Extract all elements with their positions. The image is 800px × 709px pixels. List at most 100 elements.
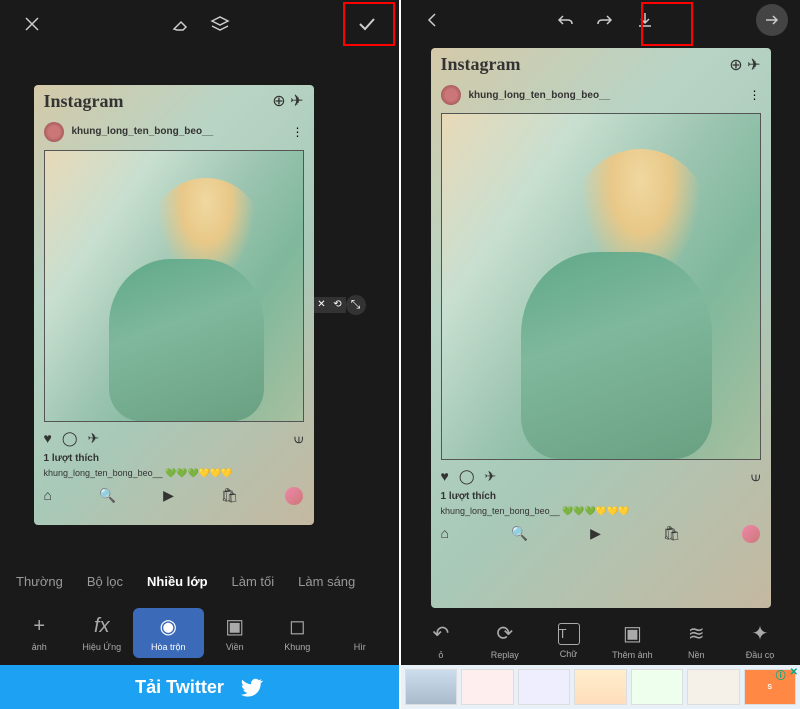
back-icon[interactable] (413, 0, 453, 40)
ad-info-icon[interactable]: ⓘ (776, 667, 786, 682)
twitter-ad[interactable]: Tải Twitter (0, 665, 399, 709)
instagram-post-frame: Instagram ⊕ ✈ khung_long_ten_bong_beo__ … (431, 48, 771, 608)
redo-icon[interactable] (585, 0, 625, 40)
more-icon: ⋮ (292, 125, 304, 139)
replay-tool[interactable]: ⟳Replay (473, 622, 537, 660)
delete-handle[interactable]: ✕ (314, 297, 330, 313)
replay-icon: ⟳ (496, 622, 513, 646)
blend-tool[interactable]: ◉Hòa trộn (133, 608, 204, 658)
username: khung_long_ten_bong_beo__ (72, 126, 214, 137)
post-actions: ♥ ◯ ✈ ⟒ (34, 426, 314, 451)
close-icon[interactable] (12, 4, 52, 44)
post-user-row: khung_long_ten_bong_beo__ ⋮ (34, 118, 314, 146)
instagram-logo: Instagram (441, 54, 521, 75)
post-header-icons: ⊕ ✈ (729, 55, 760, 75)
plus-icon: + (33, 614, 45, 638)
fx-icon: fx (94, 614, 110, 638)
post-photo (44, 150, 304, 423)
avatar (44, 122, 64, 142)
shop-icon: 🛍 (221, 487, 239, 505)
mode-tabs: Thường Bộ lọc Nhiều lớp Làm tối Làm sáng (0, 561, 399, 601)
avatar (441, 85, 461, 105)
left-toolbar (0, 0, 399, 48)
tab-filter[interactable]: Bộ lọc (87, 574, 123, 589)
left-editor-panel: Instagram ⊕ ✈ khung_long_ten_bong_beo__ … (0, 0, 401, 709)
heart-icon: ♥ (441, 468, 449, 485)
caption: khung_long_ten_bong_beo__ 💚💚💚💛💛💛 (431, 504, 771, 519)
instagram-post-frame[interactable]: Instagram ⊕ ✈ khung_long_ten_bong_beo__ … (34, 85, 314, 525)
profile-icon (742, 525, 760, 543)
reels-icon: ▶ (590, 525, 601, 543)
brush-tool[interactable]: ✦Đầu cọ (728, 622, 792, 660)
likes-count: 1 lượt thích (34, 451, 314, 466)
ad-close-icon[interactable]: ✕ (790, 667, 798, 682)
comment-icon: ◯ (459, 468, 475, 485)
confirm-highlight (343, 2, 395, 46)
heart-icon: ♥ (44, 430, 52, 447)
rotate-handle[interactable]: ⟲ (330, 297, 346, 313)
fx-tool[interactable]: fxHiệu Ứng (71, 614, 134, 652)
left-canvas[interactable]: Instagram ⊕ ✈ khung_long_ten_bong_beo__ … (0, 48, 399, 561)
instagram-logo: Instagram (44, 91, 124, 112)
right-editor-panel: Instagram ⊕ ✈ khung_long_ten_bong_beo__ … (401, 0, 800, 709)
undo-icon[interactable] (545, 0, 585, 40)
product-ad-strip[interactable]: S ⓘ ✕ (401, 665, 800, 709)
shop-icon: 🛍 (663, 525, 681, 543)
search-icon: 🔍 (511, 525, 528, 543)
ad-product[interactable] (687, 669, 739, 705)
ad-product[interactable] (461, 669, 513, 705)
border-icon: ▣ (225, 614, 244, 638)
border-tool[interactable]: ▣Viền (204, 614, 267, 652)
ad-product[interactable] (405, 669, 457, 705)
caption: khung_long_ten_bong_beo__ 💚💚💚💛💛💛 (34, 466, 314, 481)
frame-icon: ◻ (289, 614, 306, 638)
twitter-icon (240, 675, 264, 699)
ad-product[interactable] (574, 669, 626, 705)
text-tool[interactable]: TChữ (537, 623, 601, 659)
tab-normal[interactable]: Thường (16, 574, 63, 589)
post-actions: ♥ ◯ ✈ ⟒ (431, 464, 771, 489)
background-tool[interactable]: ≋Nền (664, 622, 728, 660)
post-header: Instagram ⊕ ✈ (34, 85, 314, 118)
brush-icon: ✦ (752, 622, 769, 646)
eraser-icon[interactable] (160, 4, 200, 44)
bookmark-icon: ⟒ (751, 468, 761, 485)
bookmark-icon: ⟒ (294, 430, 304, 447)
right-toolbar (401, 0, 800, 40)
next-icon[interactable] (756, 4, 788, 36)
more-icon: ⋮ (749, 88, 761, 102)
tab-darken[interactable]: Làm tối (232, 574, 275, 589)
frame-tool[interactable]: ◻Khung (266, 614, 329, 652)
profile-icon (285, 487, 303, 505)
post-nav: ⌂ 🔍 ▶ 🛍 (34, 481, 314, 511)
text-icon: T (558, 623, 580, 645)
add-image-tool[interactable]: ▣Thêm ảnh (600, 622, 664, 660)
tab-layers[interactable]: Nhiều lớp (147, 574, 208, 589)
post-user-row: khung_long_ten_bong_beo__ ⋮ (431, 81, 771, 109)
background-icon: ≋ (688, 622, 705, 646)
likes-count: 1 lượt thích (431, 489, 771, 504)
home-icon: ⌂ (44, 487, 52, 505)
post-header-icons: ⊕ ✈ (272, 91, 303, 111)
blend-icon: ◉ (160, 614, 177, 638)
reels-icon: ▶ (163, 487, 174, 505)
undo-tool[interactable]: ↶ỏ (409, 622, 473, 660)
home-icon: ⌂ (441, 525, 449, 543)
image-icon: ▣ (623, 622, 642, 646)
share-icon: ✈ (87, 430, 99, 447)
resize-handle[interactable]: ⤡ (346, 295, 366, 315)
right-canvas[interactable]: Instagram ⊕ ✈ khung_long_ten_bong_beo__ … (401, 40, 800, 616)
add-tool[interactable]: +ảnh (8, 614, 71, 652)
post-header: Instagram ⊕ ✈ (431, 48, 771, 81)
ad-controls: ⓘ ✕ (776, 667, 798, 682)
comment-icon: ◯ (62, 430, 78, 447)
ad-product[interactable] (518, 669, 570, 705)
post-photo (441, 113, 761, 460)
search-icon: 🔍 (99, 487, 116, 505)
shape-tool[interactable]: Hìr (329, 614, 392, 652)
left-tool-row: +ảnh fxHiệu Ứng ◉Hòa trộn ▣Viền ◻Khung H… (0, 601, 399, 665)
ad-product[interactable] (631, 669, 683, 705)
ad-text: Tải Twitter (135, 677, 224, 698)
tab-lighten[interactable]: Làm sáng (298, 574, 355, 589)
layers-icon[interactable] (200, 4, 240, 44)
